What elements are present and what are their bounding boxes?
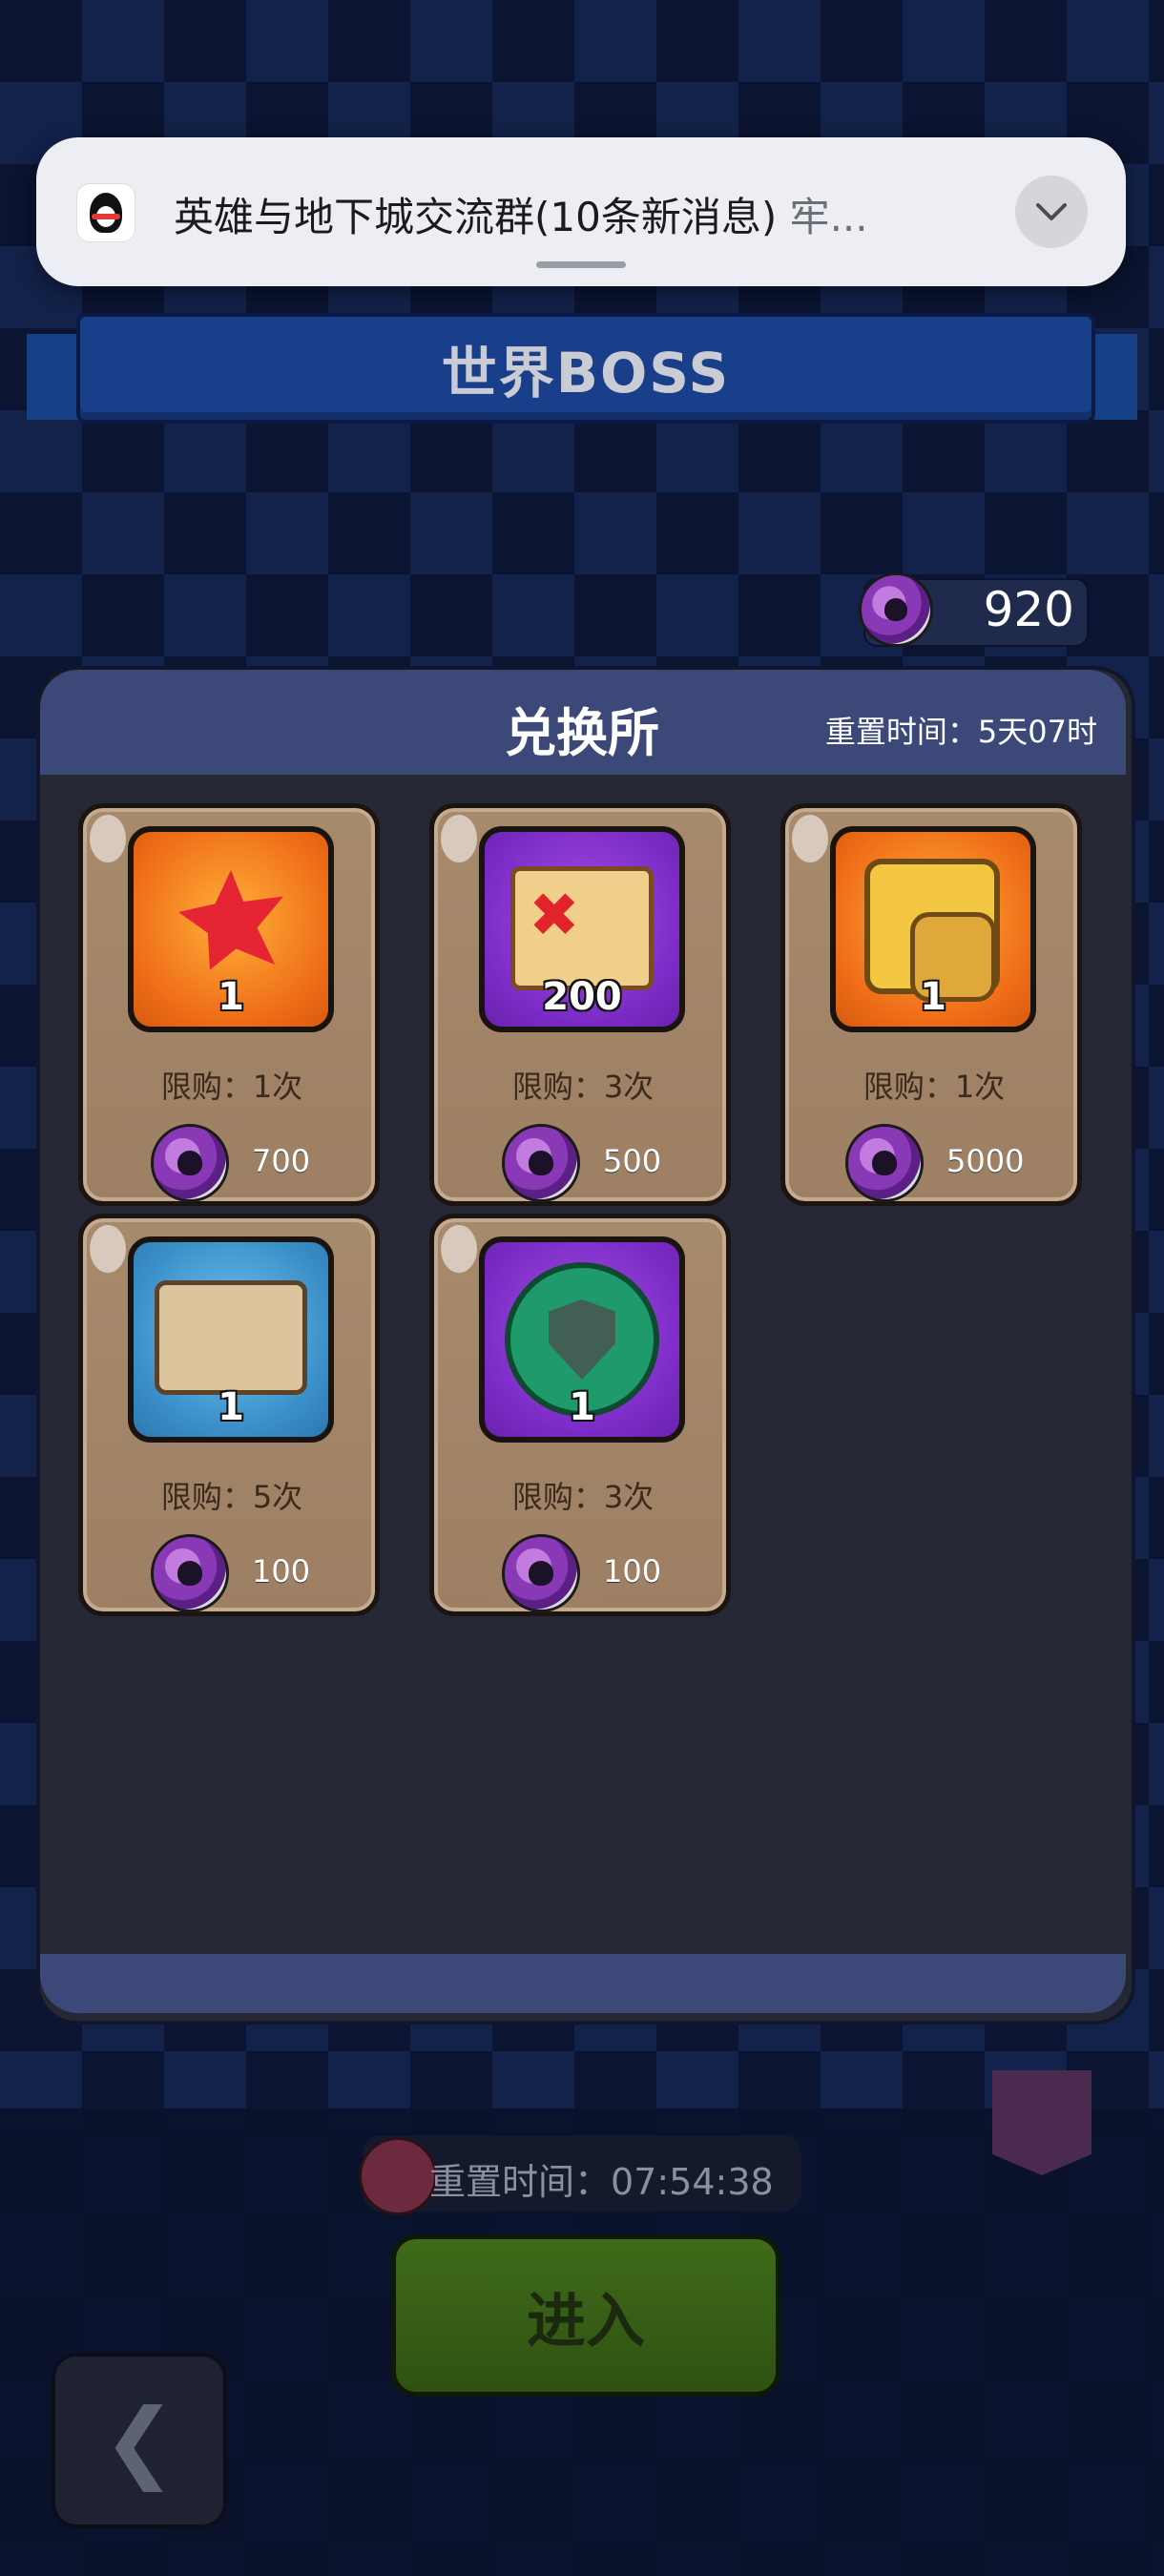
item-quantity: 1 xyxy=(218,975,244,1019)
item-price: 500 xyxy=(603,1143,662,1179)
item-price: 5000 xyxy=(946,1143,1025,1179)
notification-text: 英雄与地下城交流群(10条新消息) 牢... xyxy=(174,185,966,243)
item-limit: 限购：3次 xyxy=(511,1069,655,1105)
enter-button[interactable]: 进入 xyxy=(391,2234,780,2397)
card-gloss xyxy=(441,815,477,862)
notification-preview: 牢... xyxy=(789,194,868,240)
exchange-reset-time: 重置时间：5天07时 xyxy=(824,714,1097,750)
refresh-ticket-icon xyxy=(155,1280,307,1395)
card-gloss xyxy=(441,1225,477,1273)
notification-title: 英雄与地下城交流群(10条新消息) xyxy=(174,194,778,240)
item-price: 100 xyxy=(252,1553,311,1589)
skull-coin-icon xyxy=(845,1124,924,1202)
x-mark-icon: ✖ xyxy=(529,881,580,951)
skull-coin-icon xyxy=(502,1124,580,1202)
guild-flag-button[interactable] xyxy=(992,2070,1091,2175)
page-title-banner: 世界BOSS xyxy=(76,313,1095,424)
exchange-shop-title: 兑换所 xyxy=(505,703,659,763)
skull-badge-icon xyxy=(359,2137,437,2215)
item-price: 100 xyxy=(603,1553,662,1589)
qq-penguin-icon xyxy=(76,183,135,242)
item-limit: 限购：1次 xyxy=(863,1069,1006,1105)
notification-expand-button[interactable] xyxy=(1015,176,1088,248)
item-quantity: 200 xyxy=(542,975,622,1019)
back-button[interactable]: ❮ xyxy=(52,2353,227,2528)
chevron-down-icon xyxy=(1036,203,1067,220)
skull-coin-icon xyxy=(859,572,933,647)
page-title: 世界BOSS xyxy=(441,341,731,405)
card-gloss xyxy=(792,815,828,862)
item-quantity: 1 xyxy=(218,1385,244,1429)
skull-coin-icon xyxy=(151,1534,229,1612)
chevron-left-icon: ❮ xyxy=(102,2389,177,2492)
item-limit: 限购：3次 xyxy=(511,1479,655,1515)
card-gloss xyxy=(90,815,126,862)
item-quantity: 1 xyxy=(569,1385,595,1429)
skull-coin-icon xyxy=(151,1124,229,1202)
boss-reset-text: 重置时间：07:54:38 xyxy=(429,2161,774,2203)
exchange-shop-footer xyxy=(40,1954,1126,2013)
currency-amount: 920 xyxy=(983,582,1074,637)
item-limit: 限购：1次 xyxy=(160,1069,303,1105)
treasure-map-icon: ✖ xyxy=(510,866,654,990)
item-quantity: 1 xyxy=(920,975,946,1019)
notification-drag-handle[interactable] xyxy=(536,261,626,268)
item-price: 700 xyxy=(252,1143,311,1179)
red-crystal-icon xyxy=(178,870,283,970)
skull-coin-icon xyxy=(502,1534,580,1612)
item-limit: 限购：5次 xyxy=(160,1479,303,1515)
card-gloss xyxy=(90,1225,126,1273)
